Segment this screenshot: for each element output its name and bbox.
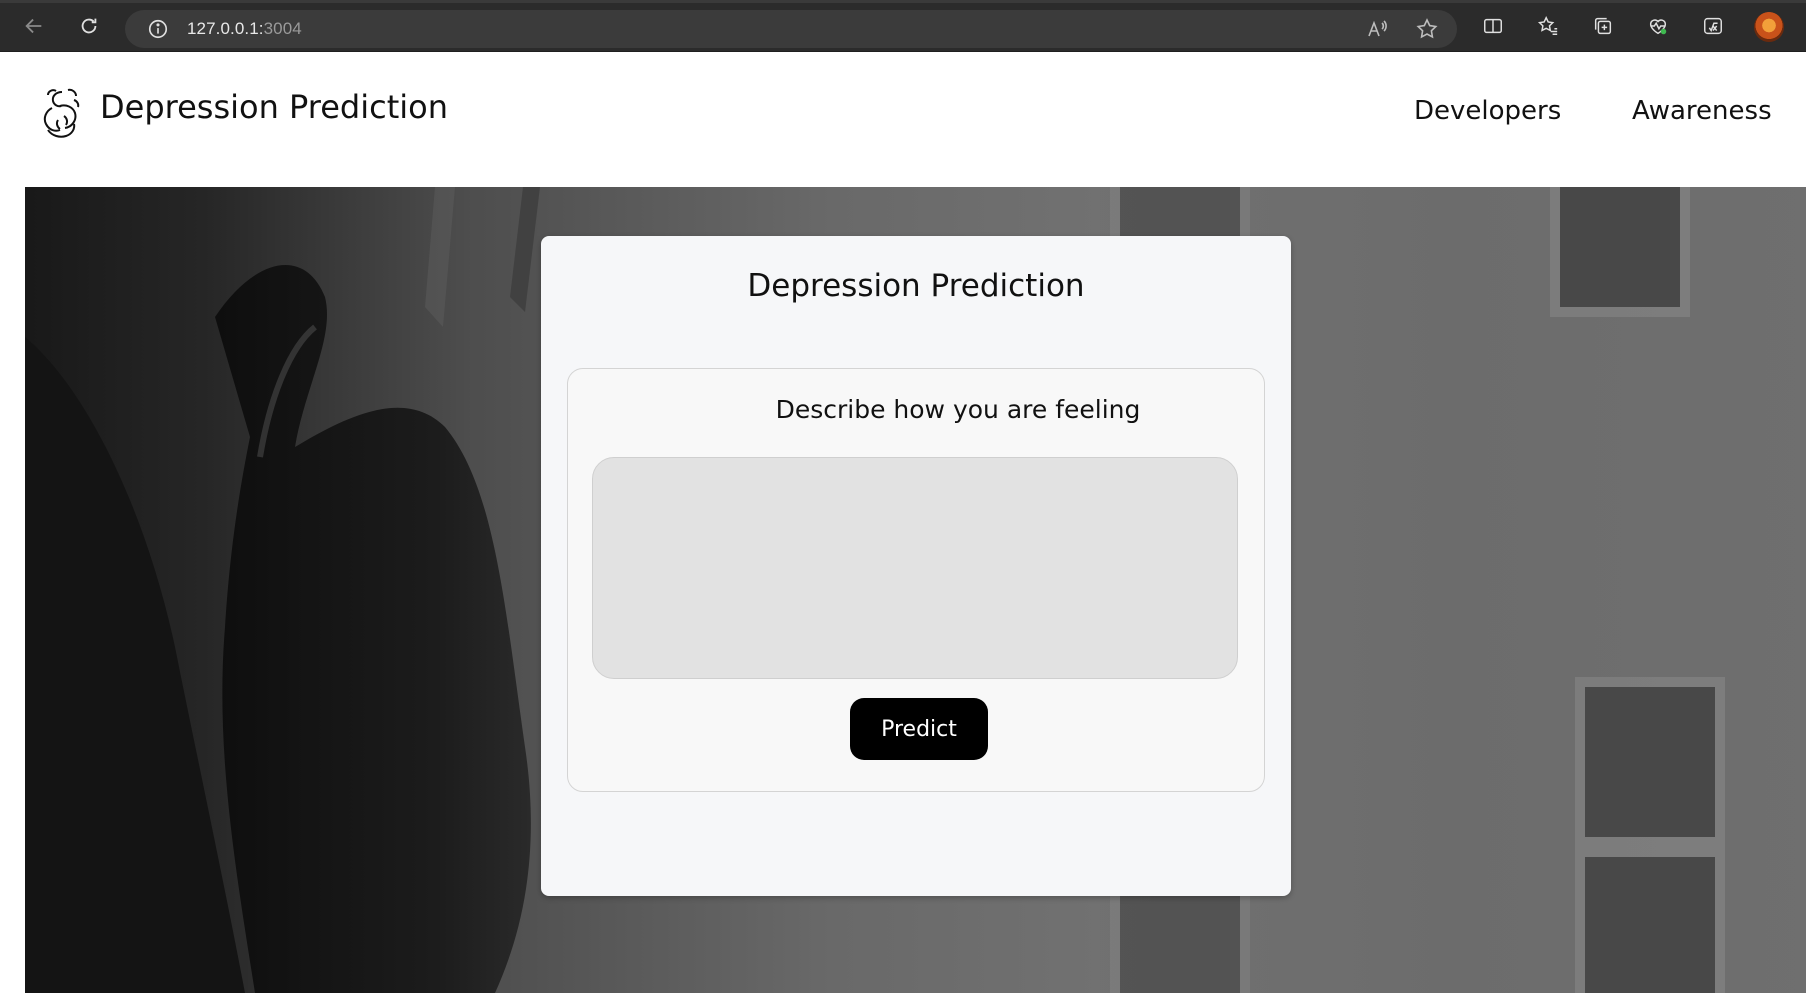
background-window-frame bbox=[1575, 677, 1725, 847]
url-text[interactable]: 127.0.0.1:3004 bbox=[187, 19, 302, 39]
favorites-icon bbox=[1537, 16, 1558, 35]
prediction-form: Describe how you are feeling Predict bbox=[567, 368, 1265, 792]
predict-button[interactable]: Predict bbox=[850, 698, 988, 760]
feeling-label: Describe how you are feeling bbox=[775, 395, 1141, 424]
browser-essentials-icon bbox=[1649, 19, 1667, 35]
brand-title[interactable]: Depression Prediction bbox=[100, 88, 448, 126]
browser-toolbar: 127.0.0.1:3004 bbox=[0, 0, 1806, 52]
reload-button[interactable] bbox=[74, 11, 104, 41]
reload-icon bbox=[81, 18, 97, 34]
url-port: 3004 bbox=[263, 19, 302, 38]
site-header: Depression Prediction Developers Awarene… bbox=[0, 52, 1806, 187]
prediction-card: Depression Prediction Describe how you a… bbox=[541, 236, 1291, 896]
nav-awareness[interactable]: Awareness bbox=[1632, 96, 1772, 126]
back-arrow-icon bbox=[25, 18, 42, 34]
split-screen-button[interactable] bbox=[1478, 11, 1508, 41]
url-host: 127.0.0.1: bbox=[187, 19, 264, 38]
back-button[interactable] bbox=[19, 11, 49, 41]
browser-essentials-button[interactable] bbox=[1643, 11, 1673, 41]
tab-strip-edge bbox=[0, 0, 1806, 3]
split-screen-icon bbox=[1484, 18, 1502, 34]
background-window-frame bbox=[1575, 847, 1725, 993]
card-title: Depression Prediction bbox=[747, 268, 1085, 304]
nav-developers[interactable]: Developers bbox=[1414, 96, 1561, 126]
favorites-button[interactable] bbox=[1533, 11, 1563, 41]
star-icon[interactable] bbox=[1415, 17, 1439, 41]
read-aloud-icon[interactable] bbox=[1365, 17, 1389, 41]
hero-background-image: Depression Prediction Describe how you a… bbox=[25, 187, 1806, 993]
math-solver-button[interactable] bbox=[1698, 11, 1728, 41]
collections-button[interactable] bbox=[1588, 11, 1618, 41]
address-bar[interactable]: 127.0.0.1:3004 bbox=[125, 10, 1457, 48]
info-icon[interactable] bbox=[147, 18, 169, 40]
math-solver-icon bbox=[1704, 17, 1722, 35]
profile-avatar[interactable] bbox=[1754, 12, 1784, 42]
collections-icon bbox=[1594, 17, 1612, 35]
feeling-textarea[interactable] bbox=[592, 457, 1238, 679]
background-window-frame bbox=[1550, 187, 1690, 317]
brand-logo-icon[interactable] bbox=[38, 86, 88, 142]
